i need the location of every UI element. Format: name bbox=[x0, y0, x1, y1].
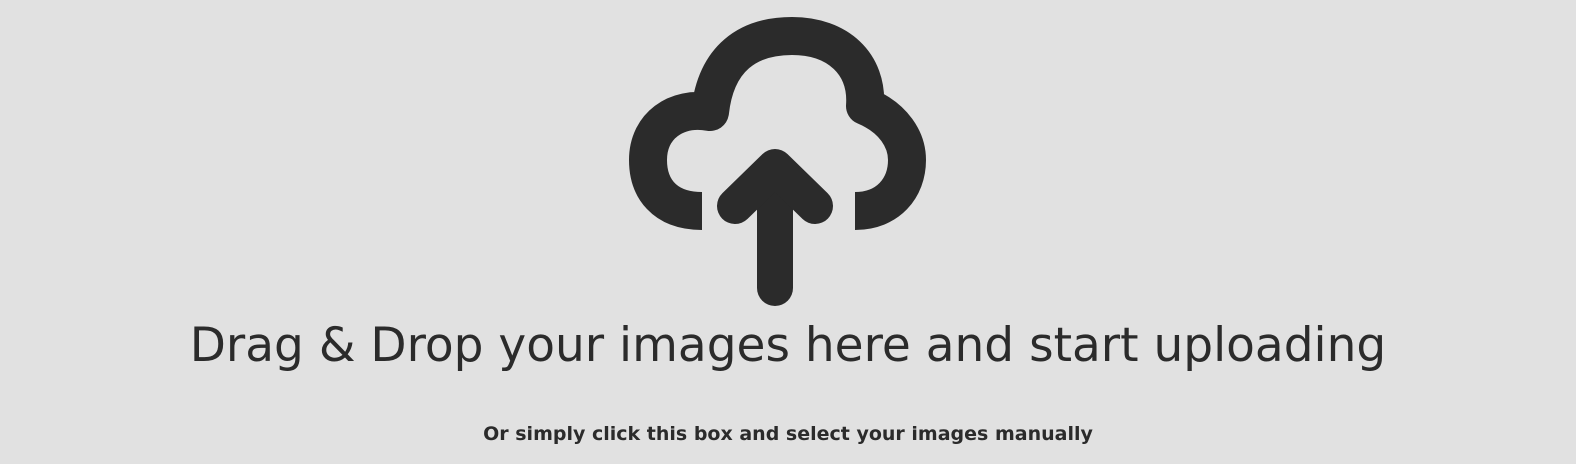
dropzone-title: Drag & Drop your images here and start u… bbox=[189, 318, 1387, 373]
dropzone-subtitle: Or simply click this box and select your… bbox=[483, 423, 1093, 445]
cloud-upload-icon bbox=[620, 8, 930, 308]
upload-dropzone[interactable]: Drag & Drop your images here and start u… bbox=[0, 0, 1576, 464]
